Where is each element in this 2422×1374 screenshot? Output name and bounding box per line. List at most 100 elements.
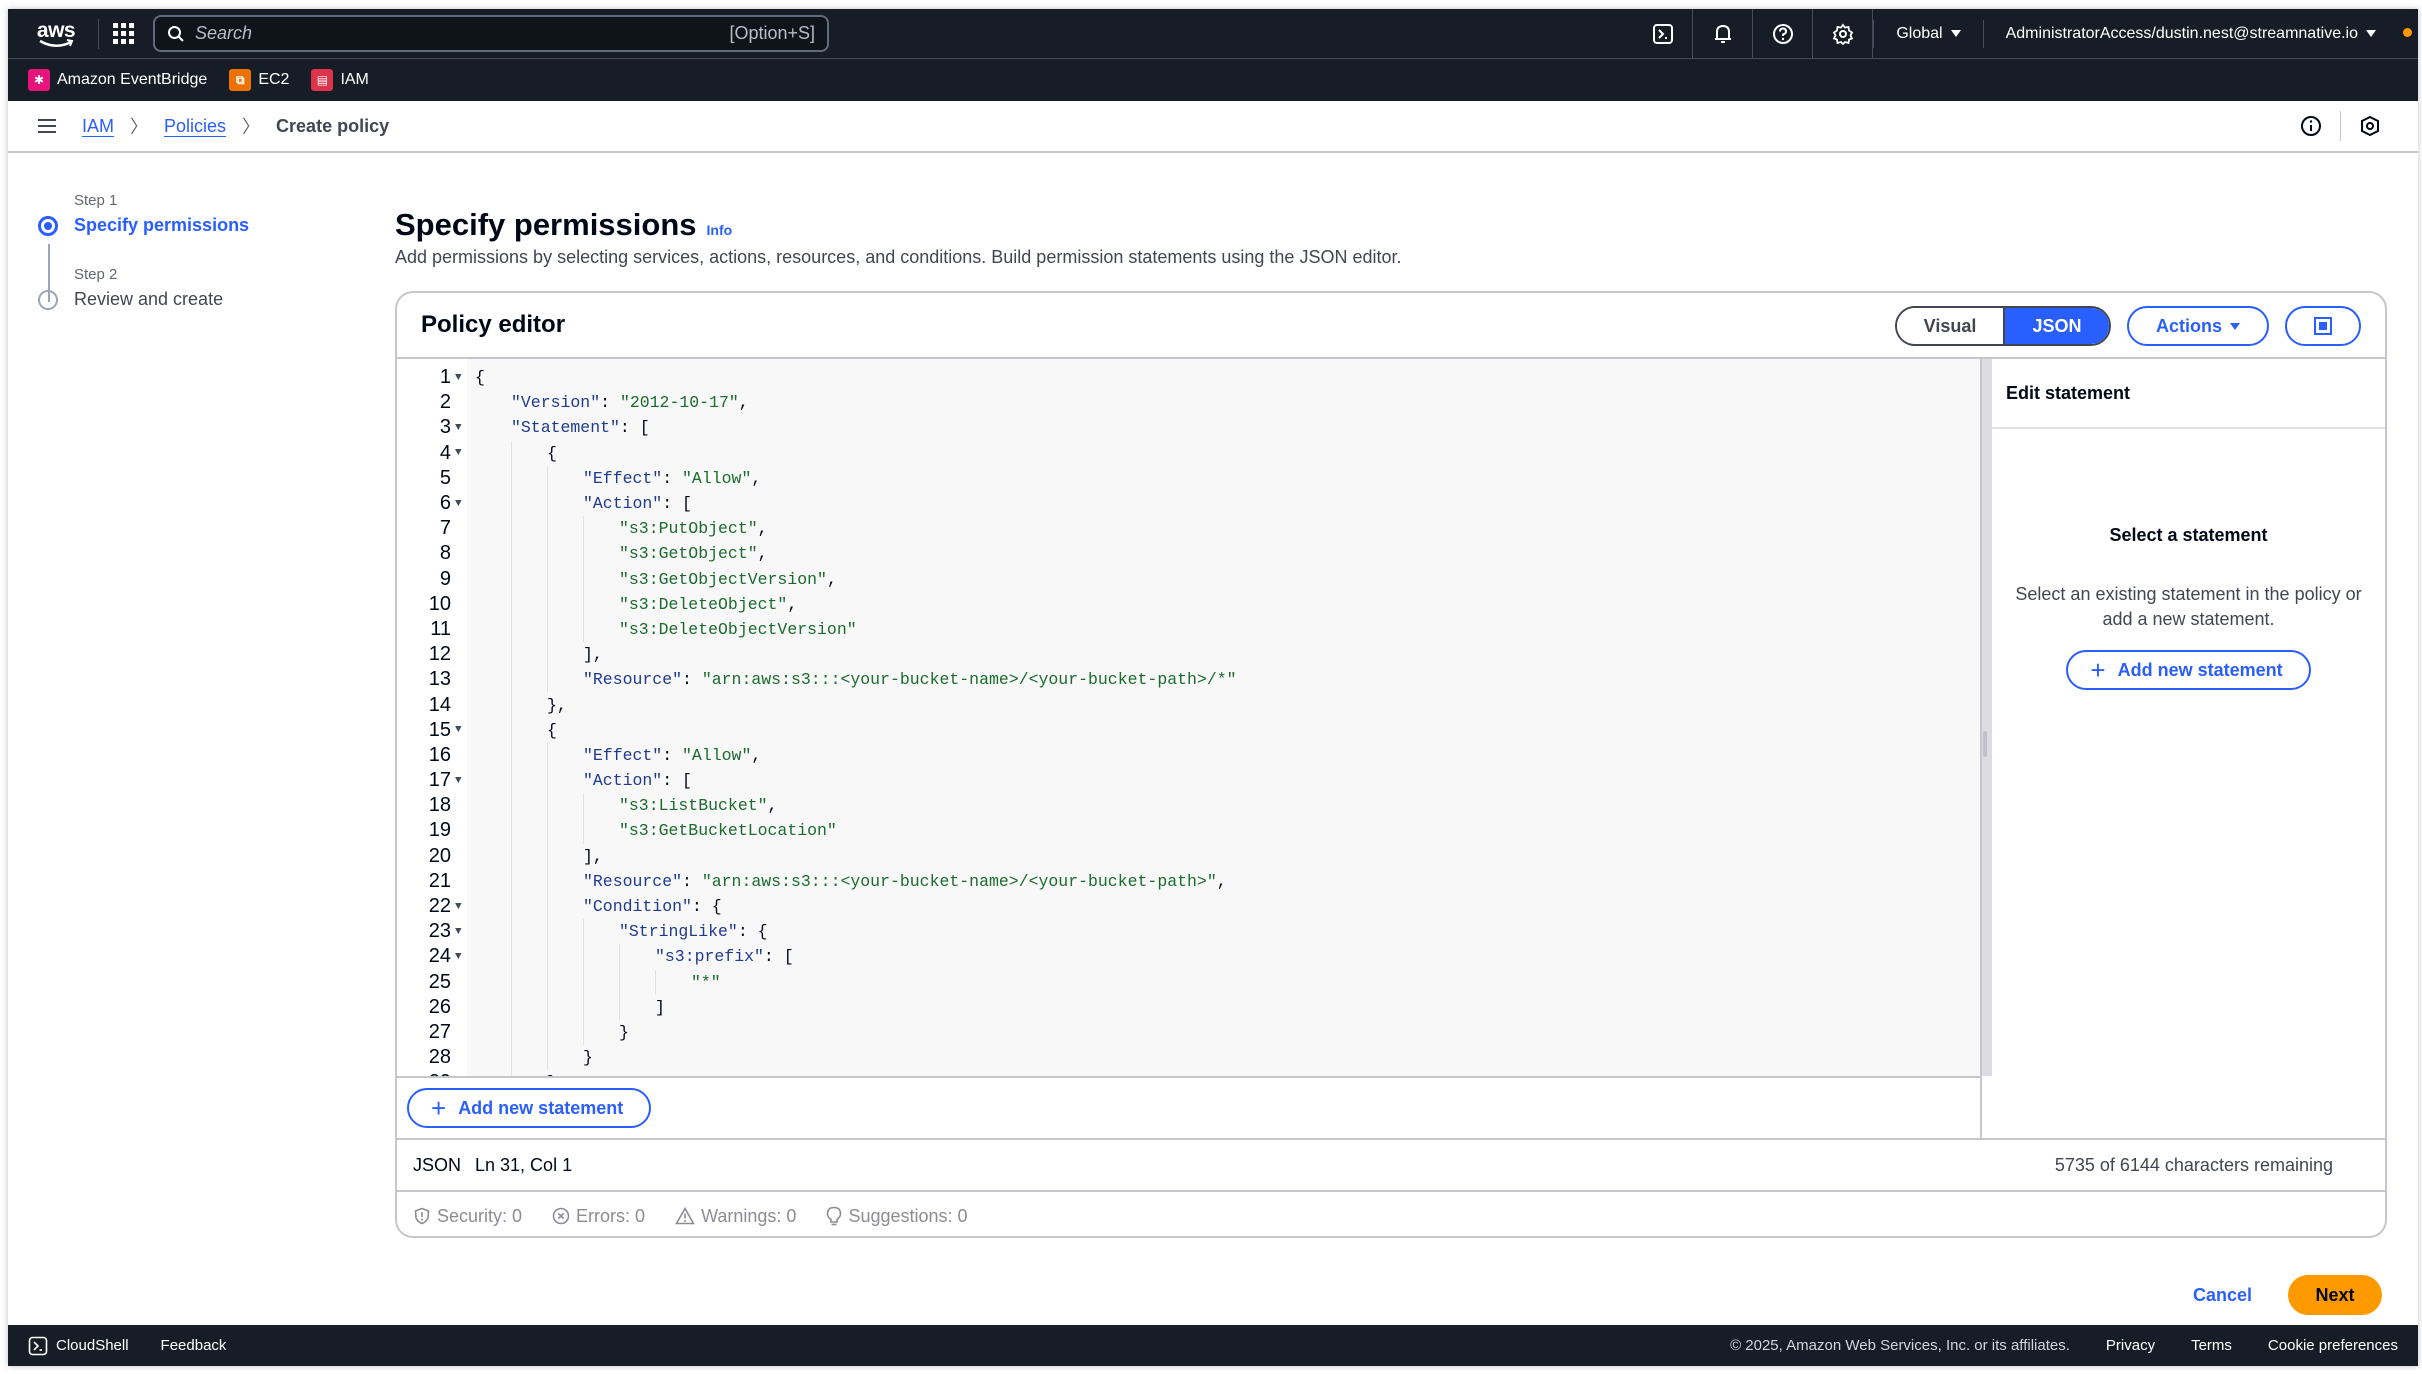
- code-line[interactable]: 6 ▼ "Action": [: [397, 490, 1980, 517]
- favorite-eventbridge[interactable]: ✱ Amazon EventBridge: [28, 69, 207, 91]
- menu-icon[interactable]: [38, 119, 56, 133]
- warnings-count[interactable]: Warnings: 0: [675, 1206, 796, 1227]
- cloudshell-link[interactable]: CloudShell: [28, 1336, 129, 1356]
- json-code-editor[interactable]: 1 ▼{2 "Version": "2012-10-17", 3 ▼ "Statement…: [397, 359, 1982, 1076]
- code-line[interactable]: 4 ▼ {: [397, 440, 1980, 466]
- line-number: 22: [428, 895, 451, 918]
- breadcrumb-current: Create policy: [276, 115, 390, 136]
- breadcrumb-policies[interactable]: Policies: [164, 116, 226, 137]
- search-input[interactable]: Search [Option+S]: [153, 15, 829, 52]
- account-menu[interactable]: AdministratorAccess/dustin.nest@streamna…: [1982, 19, 2412, 48]
- code-line[interactable]: 9 "s3:GetObjectVersion",: [397, 566, 1980, 592]
- code-text: "Action": [: [583, 771, 692, 791]
- fold-toggle-icon[interactable]: ▼: [451, 775, 471, 787]
- favorite-iam[interactable]: ▤ IAM: [311, 69, 369, 91]
- code-line[interactable]: 27}: [397, 1019, 1980, 1046]
- step-2-title: Review and create: [74, 289, 224, 309]
- code-text: {: [475, 368, 485, 388]
- fold-toggle-icon[interactable]: ▼: [451, 372, 471, 384]
- settings-button[interactable]: [1813, 9, 1874, 58]
- visual-mode-button[interactable]: Visual: [1897, 308, 2003, 344]
- editor-controls: Visual JSON Actions: [1895, 306, 2361, 346]
- code-line[interactable]: 16 "Effect": "Allow",: [397, 742, 1980, 768]
- code-line[interactable]: 19 "s3:GetBucketLocation": [397, 818, 1980, 844]
- code-line[interactable]: 8 "s3:GetObject",: [397, 541, 1980, 567]
- region-selector[interactable]: Global: [1873, 19, 1982, 48]
- code-line[interactable]: 28}: [397, 1045, 1980, 1071]
- info-link[interactable]: Info: [707, 222, 733, 238]
- indent-guide: [583, 541, 584, 567]
- actions-dropdown[interactable]: Actions: [2127, 306, 2269, 346]
- side-add-statement-button[interactable]: + Add new statement: [2066, 650, 2311, 690]
- indent-guide: [547, 667, 548, 693]
- json-mode-button[interactable]: JSON: [2003, 308, 2109, 344]
- privacy-link[interactable]: Privacy: [2106, 1337, 2155, 1354]
- code-line[interactable]: 20],: [397, 843, 1980, 869]
- help-button[interactable]: [1753, 9, 1814, 58]
- terms-link[interactable]: Terms: [2191, 1337, 2232, 1354]
- code-line[interactable]: 24 ▼ "s3:prefix": [: [397, 944, 1980, 970]
- indent-guide: [511, 616, 512, 643]
- security-panel-button[interactable]: [2340, 111, 2398, 141]
- services-menu-grid-icon[interactable]: [113, 22, 135, 45]
- code-line[interactable]: 12],: [397, 642, 1980, 668]
- code-line[interactable]: 13 "Resource": "arn:aws:s3:::<your-bucket…: [397, 667, 1980, 693]
- code-text: "s3:GetObjectVersion",: [619, 569, 837, 589]
- line-number: 24: [428, 945, 451, 968]
- indent-guide: [583, 591, 584, 617]
- code-line[interactable]: 11 "s3:DeleteObjectVersion": [397, 616, 1980, 643]
- notifications-button[interactable]: [1693, 9, 1754, 58]
- next-button[interactable]: Next: [2288, 1275, 2382, 1315]
- info-icon: [2301, 116, 2321, 136]
- code-line[interactable]: 25 "*": [397, 969, 1980, 995]
- fold-toggle-icon[interactable]: ▼: [451, 926, 471, 938]
- code-line[interactable]: 23 ▼ "StringLike": {: [397, 919, 1980, 945]
- breadcrumb-iam[interactable]: IAM: [82, 116, 114, 137]
- favorite-ec2[interactable]: ⧉ EC2: [229, 69, 289, 91]
- aws-logo[interactable]: aws: [28, 14, 84, 54]
- code-line[interactable]: 10 "s3:DeleteObject",: [397, 591, 1980, 617]
- code-line[interactable]: 2 "Version": "2012-10-17",: [397, 390, 1980, 415]
- fold-toggle-icon[interactable]: ▼: [451, 498, 471, 510]
- panel-resize-handle[interactable]: [1982, 359, 1992, 1076]
- code-text: "s3:DeleteObjectVersion": [619, 619, 857, 639]
- code-line[interactable]: 18 "s3:ListBucket",: [397, 793, 1980, 819]
- indent-guide: [583, 516, 584, 542]
- indent-guide: [511, 868, 512, 894]
- indent-guide: [511, 1045, 512, 1071]
- feedback-link[interactable]: Feedback: [161, 1337, 227, 1354]
- indent-guide: [547, 490, 548, 517]
- suggestions-count[interactable]: Suggestions: 0: [826, 1206, 968, 1227]
- fold-toggle-icon[interactable]: ▼: [451, 901, 471, 913]
- code-line[interactable]: 17 ▼ "Action": [: [397, 768, 1980, 794]
- code-text: "s3:ListBucket",: [619, 796, 778, 816]
- fold-toggle-icon[interactable]: ▼: [451, 447, 471, 459]
- fold-toggle-icon[interactable]: ▼: [451, 951, 471, 963]
- code-line[interactable]: 22 ▼ "Condition": {: [397, 893, 1980, 920]
- cancel-button[interactable]: Cancel: [2193, 1285, 2252, 1306]
- code-line[interactable]: 21 "Resource": "arn:aws:s3:::<your-bucket…: [397, 868, 1980, 894]
- step-1[interactable]: Step 1 Specify permissions: [38, 192, 249, 236]
- add-statement-button[interactable]: + Add new statement: [407, 1088, 652, 1128]
- indent-guide: [547, 793, 548, 819]
- code-line[interactable]: 14},: [397, 692, 1980, 718]
- code-line[interactable]: 1 ▼ {: [397, 365, 1980, 390]
- info-panel-button[interactable]: [2282, 111, 2340, 141]
- code-line[interactable]: 7 "s3:PutObject",: [397, 516, 1980, 542]
- code-line[interactable]: 3 ▼ "Statement": [: [397, 415, 1980, 440]
- fold-toggle-icon[interactable]: ▼: [451, 724, 471, 736]
- fullscreen-button[interactable]: [2285, 306, 2361, 346]
- cloudshell-button[interactable]: [1633, 9, 1694, 58]
- security-count[interactable]: Security: 0: [413, 1206, 522, 1227]
- code-line[interactable]: 15 ▼ {: [397, 717, 1980, 743]
- code-line[interactable]: 26]: [397, 994, 1980, 1020]
- indent-guide: [511, 818, 512, 844]
- code-line[interactable]: 5 "Effect": "Allow",: [397, 465, 1980, 491]
- plus-icon: +: [431, 1093, 447, 1123]
- line-number: 25: [428, 970, 451, 993]
- indent-guide: [511, 893, 512, 920]
- errors-count[interactable]: Errors: 0: [552, 1206, 645, 1227]
- language-mode: JSON: [413, 1154, 462, 1175]
- fold-toggle-icon[interactable]: ▼: [451, 422, 471, 434]
- cookie-preferences-link[interactable]: Cookie preferences: [2268, 1337, 2398, 1354]
